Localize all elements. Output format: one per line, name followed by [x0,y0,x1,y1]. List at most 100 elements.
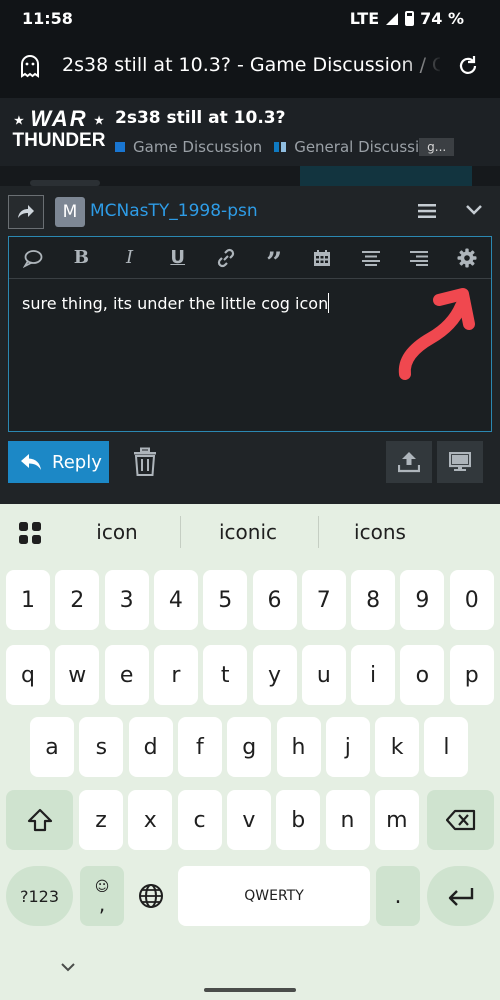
letter-key-m[interactable]: m [374,790,419,850]
status-bar: 11:58 LTE 74 % [0,0,500,36]
topic-tag[interactable]: g... [419,138,455,156]
signal-icon [386,12,399,25]
hide-keyboard-icon[interactable] [58,960,78,974]
letter-key-k[interactable]: k [375,717,420,777]
emoji-comma-key[interactable]: ☺ , [80,866,124,926]
reply-to-button[interactable] [8,195,44,229]
enter-key[interactable] [427,866,494,926]
letter-key-u[interactable]: u [301,645,346,705]
category-link[interactable]: Game Discussion [133,138,262,156]
letter-key-f[interactable]: f [177,717,222,777]
suggestion-3[interactable]: icons [330,520,430,544]
number-key-4[interactable]: 4 [153,570,198,630]
symbols-key[interactable]: ?123 [6,866,73,926]
upload-button[interactable] [386,441,432,483]
globe-icon [139,884,163,908]
align-center-icon[interactable] [346,237,394,279]
period-key[interactable]: . [376,866,420,926]
number-key-8[interactable]: 8 [351,570,396,630]
shift-icon [27,808,52,832]
reply-text-content: sure thing, its under the little cog ico… [22,294,329,313]
breadcrumb: Game Discussion General Discussi g... [115,137,500,157]
battery-icon [405,11,415,26]
letter-key-o[interactable]: o [400,645,445,705]
suggestion-strip: icon iconic icons [0,504,500,562]
underline-icon[interactable]: U [154,237,202,279]
letter-key-q[interactable]: q [6,645,50,705]
gesture-home-bar[interactable] [204,988,296,992]
number-key-9[interactable]: 9 [400,570,445,630]
number-key-0[interactable]: 0 [449,570,494,630]
keyboard-apps-icon[interactable] [18,521,42,545]
number-key-1[interactable]: 1 [6,570,50,630]
letter-key-c[interactable]: c [177,790,222,850]
page-title-url[interactable]: 2s38 still at 10.3? - Game Discussion / … [62,54,440,76]
topic-title[interactable]: 2s38 still at 10.3? [115,108,286,128]
letter-key-d[interactable]: d [128,717,173,777]
backspace-key[interactable] [427,790,494,850]
letter-key-r[interactable]: r [153,645,198,705]
link-icon[interactable] [202,237,250,279]
letter-key-y[interactable]: y [252,645,297,705]
war-thunder-logo[interactable]: ★ ★ WAR THUNDER [10,108,108,156]
avatar: M [55,197,85,227]
space-key[interactable]: QWERTY [178,866,370,926]
shift-key[interactable] [6,790,73,850]
star-icon: ★ [94,115,104,127]
number-key-7[interactable]: 7 [301,570,346,630]
letter-key-n[interactable]: n [325,790,370,850]
letter-key-s[interactable]: s [79,717,124,777]
letter-key-b[interactable]: b [276,790,321,850]
quote-icon[interactable]: ” [250,237,298,279]
trash-icon[interactable] [133,447,157,477]
preview-toggle-button[interactable] [437,441,483,483]
letter-key-g[interactable]: g [227,717,272,777]
align-right-icon[interactable] [395,237,443,279]
reply-button[interactable]: Reply [8,441,109,483]
letter-key-l[interactable]: l [424,717,469,777]
desktop-icon [449,452,471,471]
share-arrow-icon [18,205,34,218]
letter-key-e[interactable]: e [104,645,149,705]
status-right: LTE 74 % [350,9,464,28]
upload-icon [398,452,420,473]
number-key-6[interactable]: 6 [252,570,297,630]
logo-line2: THUNDER [12,130,106,151]
text-cursor [328,293,330,313]
reply-text[interactable]: sure thing, its under the little cog ico… [22,293,330,313]
letter-key-v[interactable]: v [226,790,271,850]
reply-arrow-icon [21,454,41,470]
letter-key-z[interactable]: z [79,790,123,850]
suggestion-2[interactable]: iconic [198,520,298,544]
letter-key-x[interactable]: x [128,790,173,850]
italic-icon[interactable]: I [105,237,153,279]
letter-key-a[interactable]: a [30,717,74,777]
menu-icon[interactable] [418,203,436,219]
chevron-down-icon[interactable] [465,203,483,217]
bold-icon[interactable]: B [57,237,105,279]
reload-icon[interactable] [456,54,480,78]
number-key-2[interactable]: 2 [55,570,100,630]
comma-label: , [98,892,106,916]
letter-key-w[interactable]: w [55,645,100,705]
letter-key-j[interactable]: j [325,717,370,777]
speech-bubble-icon[interactable] [9,237,57,279]
gear-icon[interactable] [443,237,491,279]
browser-url-bar: 2s38 still at 10.3? - Game Discussion / … [0,36,500,98]
letter-key-p[interactable]: p [449,645,494,705]
number-key-3[interactable]: 3 [104,570,149,630]
category-color-icon [115,142,125,152]
subcategory-link[interactable]: General Discussi [294,138,419,156]
annotation-arrow [398,288,475,380]
ghost-icon[interactable] [18,54,42,78]
status-time: 11:58 [22,9,73,28]
language-key[interactable] [129,866,173,926]
letter-key-i[interactable]: i [351,645,396,705]
reply-username[interactable]: MCNasTY_1998-psn [90,201,258,221]
number-key-5[interactable]: 5 [203,570,248,630]
letter-key-t[interactable]: t [203,645,248,705]
letter-key-h[interactable]: h [276,717,321,777]
suggestion-1[interactable]: icon [67,520,167,544]
star-icon: ★ [14,115,24,127]
calendar-icon[interactable] [298,237,346,279]
